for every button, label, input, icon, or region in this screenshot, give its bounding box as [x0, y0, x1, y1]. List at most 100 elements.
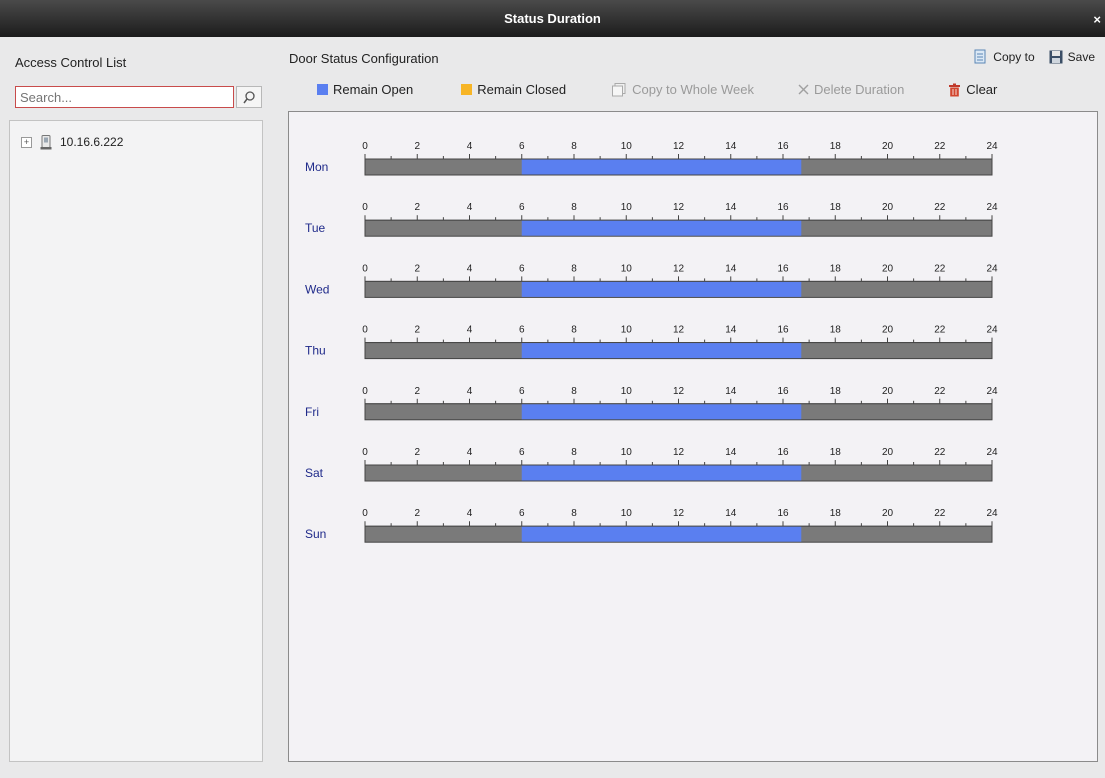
hour-tick-label: 14	[725, 508, 737, 519]
expand-icon[interactable]: +	[21, 136, 32, 148]
search-icon	[243, 91, 255, 104]
save-button[interactable]: Save	[1049, 50, 1095, 64]
hour-tick-label: 0	[362, 508, 368, 519]
hour-tick-label: 12	[673, 141, 685, 152]
hour-tick-label: 10	[621, 325, 633, 336]
day-label: Tue	[305, 221, 326, 235]
copy-to-whole-week-label: Copy to Whole Week	[632, 82, 754, 97]
hour-tick-label: 12	[673, 325, 685, 336]
hour-tick-label: 6	[519, 447, 525, 458]
hour-tick-label: 6	[519, 202, 525, 213]
hour-tick-label: 16	[777, 508, 789, 519]
hour-tick-label: 0	[362, 202, 368, 213]
hour-tick-label: 18	[830, 447, 842, 458]
hour-tick-label: 10	[621, 202, 633, 213]
hour-tick-label: 16	[777, 141, 789, 152]
remain-open-segment[interactable]	[521, 465, 802, 481]
hour-tick-label: 4	[467, 447, 473, 458]
hour-tick-label: 18	[830, 202, 842, 213]
day-label: Wed	[305, 282, 329, 296]
hour-tick-label: 8	[571, 447, 577, 458]
hour-tick-label: 20	[882, 508, 894, 519]
remain-open-segment[interactable]	[521, 159, 802, 175]
hour-tick-label: 8	[571, 386, 577, 397]
hour-tick-label: 24	[986, 508, 998, 519]
hour-tick-label: 24	[986, 141, 998, 152]
hour-tick-label: 22	[934, 141, 946, 152]
hour-tick-label: 22	[934, 508, 946, 519]
hour-tick-label: 10	[621, 508, 633, 519]
day-label: Sun	[305, 527, 326, 541]
clear-button[interactable]: Clear	[948, 82, 997, 97]
device-tree: + 10.16.6.222	[9, 120, 263, 762]
door-status-config-title: Door Status Configuration	[289, 51, 439, 66]
hour-tick-label: 8	[571, 202, 577, 213]
hour-tick-label: 14	[725, 141, 737, 152]
hour-tick-label: 22	[934, 325, 946, 336]
hour-tick-label: 4	[467, 386, 473, 397]
trash-icon	[949, 83, 961, 96]
hour-tick-label: 2	[414, 263, 420, 274]
hour-tick-label: 24	[986, 202, 998, 213]
remain-open-button[interactable]: Remain Open	[317, 82, 413, 97]
hour-tick-label: 14	[725, 202, 737, 213]
hour-tick-label: 14	[725, 447, 737, 458]
hour-tick-label: 16	[777, 447, 789, 458]
schedule-panel: Mon 0 2 4 6 8 10 12 14 16 18 20 22 24 Tue 0 2 4 6 8 10 12 14 16…	[288, 111, 1098, 762]
hour-tick-label: 24	[986, 263, 998, 274]
hour-tick-label: 10	[621, 141, 633, 152]
hour-tick-label: 18	[830, 263, 842, 274]
hour-tick-label: 8	[571, 325, 577, 336]
hour-tick-label: 8	[571, 263, 577, 274]
search-field[interactable]	[15, 86, 234, 108]
hour-tick-label: 2	[414, 141, 420, 152]
close-icon[interactable]: ×	[1093, 12, 1101, 27]
device-icon	[40, 134, 52, 149]
hour-tick-label: 22	[934, 386, 946, 397]
title-bar: Status Duration ×	[0, 0, 1105, 37]
hour-tick-label: 20	[882, 386, 894, 397]
hour-tick-label: 16	[777, 386, 789, 397]
hour-tick-label: 2	[414, 447, 420, 458]
hour-tick-label: 14	[725, 325, 737, 336]
remain-closed-swatch	[461, 84, 473, 95]
hour-tick-label: 10	[621, 386, 633, 397]
remain-open-segment[interactable]	[521, 343, 802, 359]
remain-open-segment[interactable]	[521, 281, 802, 297]
hour-tick-label: 6	[519, 325, 525, 336]
day-label: Fri	[305, 405, 319, 419]
day-label: Sat	[305, 466, 324, 480]
remain-open-swatch	[317, 84, 328, 95]
hour-tick-label: 20	[882, 447, 894, 458]
hour-tick-label: 0	[362, 141, 368, 152]
hour-tick-label: 12	[673, 508, 685, 519]
hour-tick-label: 8	[571, 508, 577, 519]
hour-tick-label: 16	[777, 325, 789, 336]
hour-tick-label: 2	[414, 386, 420, 397]
hour-tick-label: 20	[882, 325, 894, 336]
schedule-grid[interactable]: Mon0 2 4 6 8 10 12 14 16 18 20 22 24Tue0 2 4 6 8 10 12 14 16…	[289, 112, 1097, 761]
hour-tick-label: 4	[467, 263, 473, 274]
remain-open-label: Remain Open	[333, 82, 414, 97]
search-input[interactable]	[16, 87, 234, 107]
day-label: Thu	[305, 344, 326, 358]
copy-to-whole-week-button[interactable]: Copy to Whole Week	[612, 82, 754, 97]
tree-item-label: 10.16.6.222	[60, 135, 124, 149]
remain-open-segment[interactable]	[521, 404, 802, 420]
tree-item-device[interactable]: + 10.16.6.222	[21, 133, 123, 151]
hour-tick-label: 4	[467, 508, 473, 519]
remain-closed-button[interactable]: Remain Closed	[461, 82, 566, 97]
delete-duration-button[interactable]: Delete Duration	[798, 82, 904, 97]
hour-tick-label: 6	[519, 386, 525, 397]
copy-to-button[interactable]: Copy to	[974, 49, 1035, 65]
hour-tick-label: 4	[467, 202, 473, 213]
hour-tick-label: 20	[882, 202, 894, 213]
hour-tick-label: 20	[882, 263, 894, 274]
remain-open-segment[interactable]	[521, 220, 802, 236]
remain-closed-label: Remain Closed	[477, 82, 567, 97]
access-control-list-title: Access Control List	[15, 55, 127, 70]
delete-x-icon	[798, 84, 809, 95]
remain-open-segment[interactable]	[521, 526, 802, 542]
hour-tick-label: 16	[777, 263, 789, 274]
search-button[interactable]	[236, 86, 262, 108]
